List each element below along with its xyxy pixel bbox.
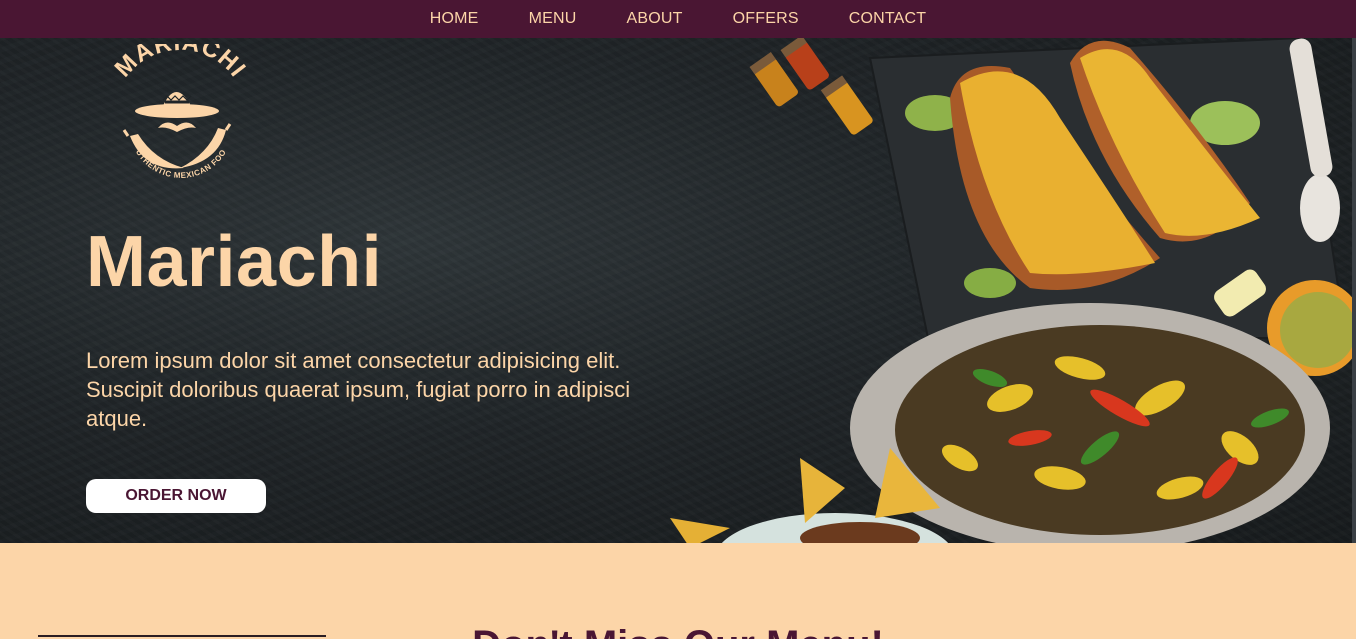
top-navigation: HOME MENU ABOUT OFFERS CONTACT	[0, 0, 1356, 38]
menu-section: Don't Miss Our Menu!	[0, 543, 1356, 639]
menu-section-heading: Don't Miss Our Menu!	[0, 625, 1356, 639]
mustache-icon	[158, 122, 196, 132]
sombrero-icon	[135, 92, 219, 118]
nav-menu-link[interactable]: MENU	[504, 0, 602, 38]
nav-offers-link[interactable]: OFFERS	[708, 0, 824, 38]
nav-contact-link[interactable]: CONTACT	[824, 0, 952, 38]
hero-title: Mariachi	[86, 222, 383, 302]
nav-home-link[interactable]: HOME	[405, 0, 504, 38]
hero-description: Lorem ipsum dolor sit amet consectetur a…	[86, 348, 631, 431]
svg-text:MARIACHI: MARIACHI	[110, 44, 252, 82]
nav-about-link[interactable]: ABOUT	[601, 0, 707, 38]
order-now-button[interactable]: ORDER NOW	[86, 479, 266, 513]
mariachi-logo: MARIACHI AUTHENTIC MEXICAN FOOD	[100, 44, 252, 180]
scrollbar-track[interactable]	[1352, 38, 1356, 543]
hero-section: MARIACHI AUTHENTIC MEXICAN FOOD Mariachi…	[0, 38, 1356, 543]
nav-list: HOME MENU ABOUT OFFERS CONTACT	[405, 0, 952, 38]
hero-food-image	[670, 38, 1356, 543]
logo-brand-text: MARIACHI	[110, 44, 251, 82]
